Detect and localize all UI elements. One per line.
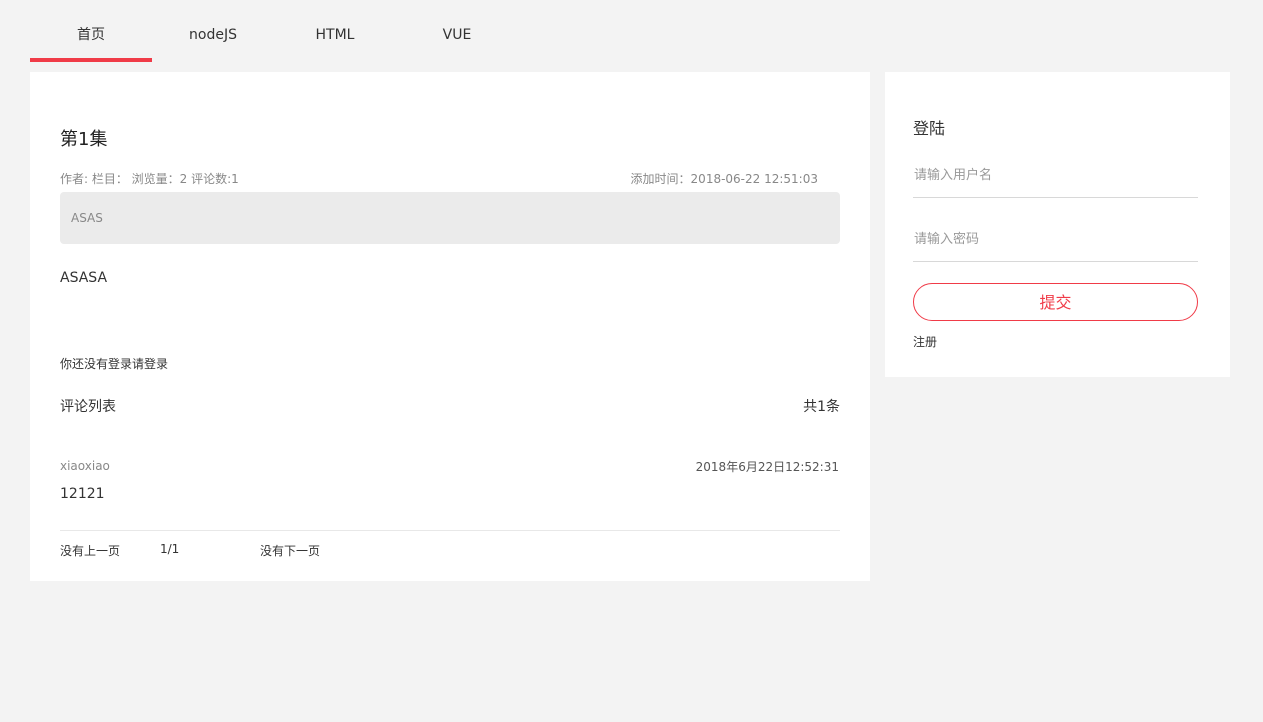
username-input[interactable] bbox=[913, 160, 1198, 198]
tab-vue[interactable]: VUE bbox=[396, 0, 518, 62]
comments-header: 评论列表 共1条 bbox=[60, 396, 840, 416]
comment-user: xiaoxiao bbox=[60, 459, 110, 473]
article-meta-info: 作者: 栏目： 浏览量：2 评论数:1 bbox=[60, 172, 239, 186]
tab-home[interactable]: 首页 bbox=[30, 0, 152, 62]
comments-title: 评论列表 bbox=[60, 399, 116, 415]
register-link[interactable]: 注册 bbox=[913, 333, 937, 350]
article-content: ASASA bbox=[60, 270, 108, 286]
submit-button[interactable]: 提交 bbox=[913, 283, 1198, 321]
login-title: 登陆 bbox=[913, 119, 946, 138]
password-input[interactable] bbox=[913, 224, 1198, 262]
article-add-time: 添加时间：2018-06-22 12:51:03 bbox=[630, 172, 818, 186]
login-panel: 登陆 提交 注册 bbox=[885, 72, 1230, 377]
comments-count: 共1条 bbox=[803, 399, 840, 415]
tab-nodejs[interactable]: nodeJS bbox=[152, 0, 274, 62]
top-nav: 首页 nodeJS HTML VUE bbox=[30, 0, 518, 62]
pager-divider bbox=[60, 530, 840, 531]
article-panel: 第1集 作者: 栏目： 浏览量：2 评论数:1 添加时间：2018-06-22 … bbox=[30, 72, 870, 581]
pager-next[interactable]: 没有下一页 bbox=[260, 542, 320, 559]
comment-time: 2018年6月22日12:52:31 bbox=[695, 460, 839, 474]
login-hint[interactable]: 你还没有登录请登录 bbox=[60, 355, 168, 372]
article-title: 第1集 bbox=[60, 129, 108, 150]
article-summary: ASAS bbox=[60, 192, 840, 244]
comment-text: 12121 bbox=[60, 486, 105, 502]
pager-prev[interactable]: 没有上一页 bbox=[60, 542, 120, 559]
pager-page-indicator: 1/1 bbox=[160, 542, 180, 556]
tab-html[interactable]: HTML bbox=[274, 0, 396, 62]
